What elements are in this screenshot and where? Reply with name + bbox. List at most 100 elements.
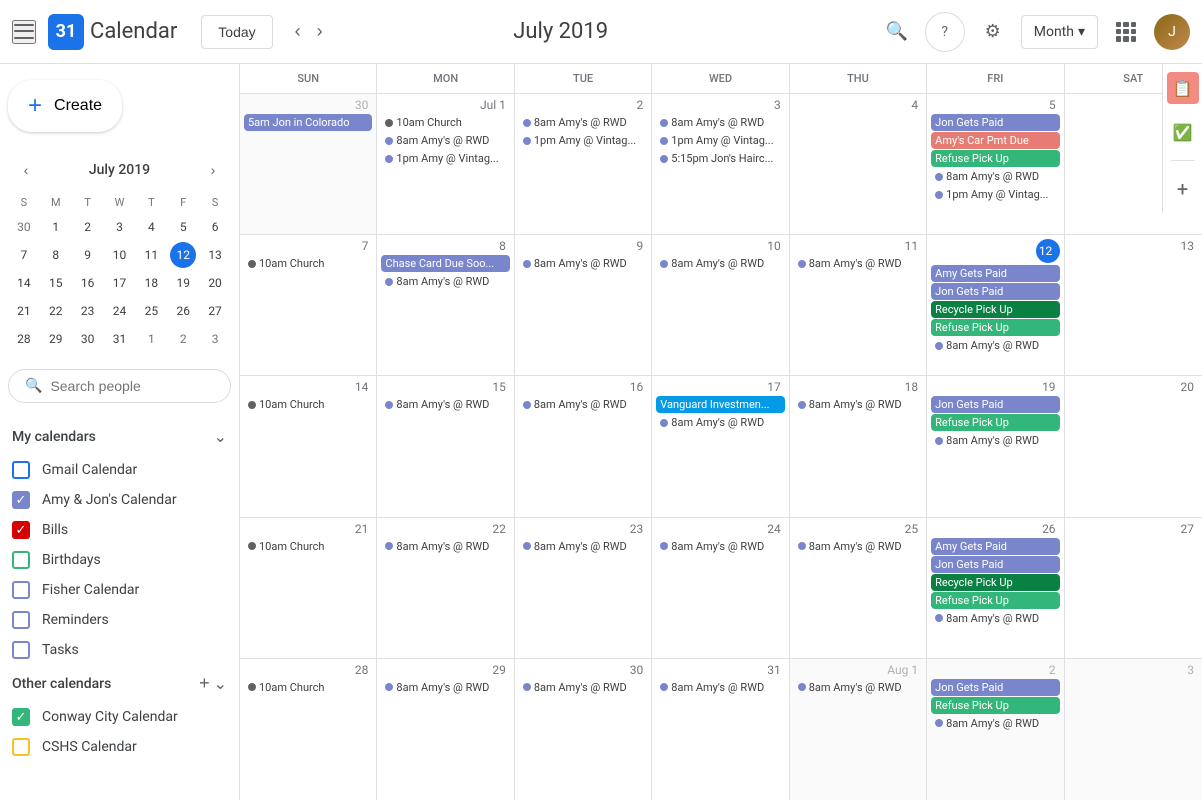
mini-cal-day[interactable]: 8: [43, 242, 69, 268]
calendar-event[interactable]: 8am Amy's @ RWD: [381, 396, 509, 413]
calendar-event[interactable]: Jon Gets Paid: [931, 114, 1059, 131]
calendar-event[interactable]: 8am Amy's @ RWD: [519, 114, 647, 131]
calendar-checkbox[interactable]: [12, 611, 30, 629]
mini-cal-day[interactable]: 5: [170, 214, 196, 240]
mini-cal-day[interactable]: 21: [11, 298, 37, 324]
mini-cal-day[interactable]: 23: [75, 298, 101, 324]
cell-date[interactable]: 20: [1069, 380, 1198, 394]
calendar-checkbox[interactable]: [12, 641, 30, 659]
calendar-event[interactable]: Amy Gets Paid: [931, 265, 1059, 282]
calendar-event[interactable]: 8am Amy's @ RWD: [794, 255, 922, 272]
cell-date[interactable]: 4: [794, 98, 922, 112]
cell-date[interactable]: 28: [244, 663, 372, 677]
side-icon-2[interactable]: ✅: [1167, 116, 1199, 148]
search-icon[interactable]: 🔍: [877, 12, 917, 52]
cell-date[interactable]: 7: [244, 239, 372, 253]
mini-cal-day[interactable]: 18: [138, 270, 164, 296]
calendar-event[interactable]: 8am Amy's @ RWD: [931, 337, 1059, 354]
calendar-event[interactable]: 8am Amy's @ RWD: [656, 679, 784, 696]
calendar-item[interactable]: CSHS Calendar: [8, 732, 231, 762]
cell-date[interactable]: 18: [794, 380, 922, 394]
calendar-checkbox[interactable]: ✓: [12, 708, 30, 726]
cell-date[interactable]: 2: [931, 663, 1059, 677]
calendar-event[interactable]: 8am Amy's @ RWD: [519, 679, 647, 696]
calendar-event[interactable]: Refuse Pick Up: [931, 319, 1059, 336]
calendar-item[interactable]: Reminders: [8, 605, 231, 635]
mini-cal-day[interactable]: 22: [43, 298, 69, 324]
calendar-event[interactable]: 10am Church: [381, 114, 509, 131]
calendar-checkbox[interactable]: ✓: [12, 491, 30, 509]
mini-cal-day[interactable]: 14: [11, 270, 37, 296]
calendar-event[interactable]: 8am Amy's @ RWD: [794, 396, 922, 413]
calendar-event[interactable]: 8am Amy's @ RWD: [656, 114, 784, 131]
mini-cal-day[interactable]: 1: [138, 326, 164, 352]
calendar-event[interactable]: 8am Amy's @ RWD: [381, 538, 509, 555]
mini-cal-day[interactable]: 30: [75, 326, 101, 352]
cell-date[interactable]: 2: [519, 98, 647, 112]
mini-cal-day[interactable]: 17: [106, 270, 132, 296]
cell-date[interactable]: 16: [519, 380, 647, 394]
calendar-event[interactable]: Vanguard Investmen...: [656, 396, 784, 413]
cell-date[interactable]: 8: [381, 239, 509, 253]
cell-date[interactable]: 3: [1069, 663, 1198, 677]
calendar-item[interactable]: Fisher Calendar: [8, 575, 231, 605]
calendar-checkbox[interactable]: [12, 551, 30, 569]
calendar-event[interactable]: Chase Card Due Soo...: [381, 255, 509, 272]
calendar-event[interactable]: 8am Amy's @ RWD: [519, 396, 647, 413]
mini-cal-day[interactable]: 13: [202, 242, 228, 268]
mini-cal-day[interactable]: 7: [11, 242, 37, 268]
calendar-event[interactable]: 8am Amy's @ RWD: [931, 168, 1059, 185]
event-jon-colorado[interactable]: 5am Jon in Colorado: [244, 114, 372, 131]
calendar-event[interactable]: Refuse Pick Up: [931, 414, 1059, 431]
cell-date[interactable]: 30: [244, 98, 372, 112]
create-button[interactable]: + Create: [8, 80, 122, 132]
mini-cal-day[interactable]: 3: [202, 326, 228, 352]
avatar[interactable]: J: [1154, 14, 1190, 50]
mini-cal-day[interactable]: 20: [202, 270, 228, 296]
calendar-event[interactable]: 8am Amy's @ RWD: [381, 273, 509, 290]
help-icon[interactable]: ?: [925, 12, 965, 52]
calendar-event[interactable]: 8am Amy's @ RWD: [794, 538, 922, 555]
cell-date[interactable]: 19: [931, 380, 1059, 394]
cell-date[interactable]: 26: [931, 522, 1059, 536]
calendar-event[interactable]: 8am Amy's @ RWD: [656, 538, 784, 555]
mini-cal-day[interactable]: 12: [170, 242, 196, 268]
cell-date[interactable]: 25: [794, 522, 922, 536]
calendar-checkbox[interactable]: [12, 738, 30, 756]
mini-cal-day[interactable]: 31: [106, 326, 132, 352]
menu-button[interactable]: [12, 20, 36, 44]
mini-cal-prev[interactable]: ‹: [12, 156, 40, 184]
calendar-event[interactable]: 8am Amy's @ RWD: [519, 538, 647, 555]
cell-date[interactable]: 9: [519, 239, 647, 253]
calendar-event[interactable]: 8am Amy's @ RWD: [931, 610, 1059, 627]
calendar-checkbox[interactable]: ✓: [12, 521, 30, 539]
calendar-event[interactable]: Refuse Pick Up: [931, 592, 1059, 609]
cell-date[interactable]: 22: [381, 522, 509, 536]
cell-date[interactable]: Aug 1: [794, 663, 922, 677]
calendar-event[interactable]: 10am Church: [244, 255, 372, 272]
calendar-event[interactable]: 8am Amy's @ RWD: [794, 679, 922, 696]
mini-cal-day[interactable]: 1: [43, 214, 69, 240]
cell-date[interactable]: 14: [244, 380, 372, 394]
calendar-event[interactable]: 1pm Amy @ Vintag...: [656, 132, 784, 149]
side-icon-plus[interactable]: +: [1167, 173, 1199, 205]
cell-date[interactable]: 29: [381, 663, 509, 677]
cell-date[interactable]: 3: [656, 98, 784, 112]
mini-cal-day[interactable]: 25: [138, 298, 164, 324]
side-icon-1[interactable]: 📋: [1167, 72, 1199, 104]
mini-cal-day[interactable]: 4: [138, 214, 164, 240]
mini-cal-day[interactable]: 24: [106, 298, 132, 324]
mini-cal-day[interactable]: 11: [138, 242, 164, 268]
my-calendars-toggle[interactable]: ⌄: [214, 427, 227, 447]
calendar-item[interactable]: ✓Bills: [8, 515, 231, 545]
calendar-event[interactable]: 1pm Amy @ Vintag...: [381, 150, 509, 167]
calendar-event[interactable]: 10am Church: [244, 679, 372, 696]
calendar-event[interactable]: 8am Amy's @ RWD: [656, 414, 784, 431]
calendar-event[interactable]: 8am Amy's @ RWD: [656, 255, 784, 272]
calendar-checkbox[interactable]: [12, 461, 30, 479]
mini-cal-day[interactable]: 26: [170, 298, 196, 324]
calendar-event[interactable]: 10am Church: [244, 396, 372, 413]
cell-date[interactable]: 30: [519, 663, 647, 677]
search-people-field[interactable]: 🔍: [8, 369, 231, 403]
calendar-event[interactable]: 8am Amy's @ RWD: [381, 679, 509, 696]
